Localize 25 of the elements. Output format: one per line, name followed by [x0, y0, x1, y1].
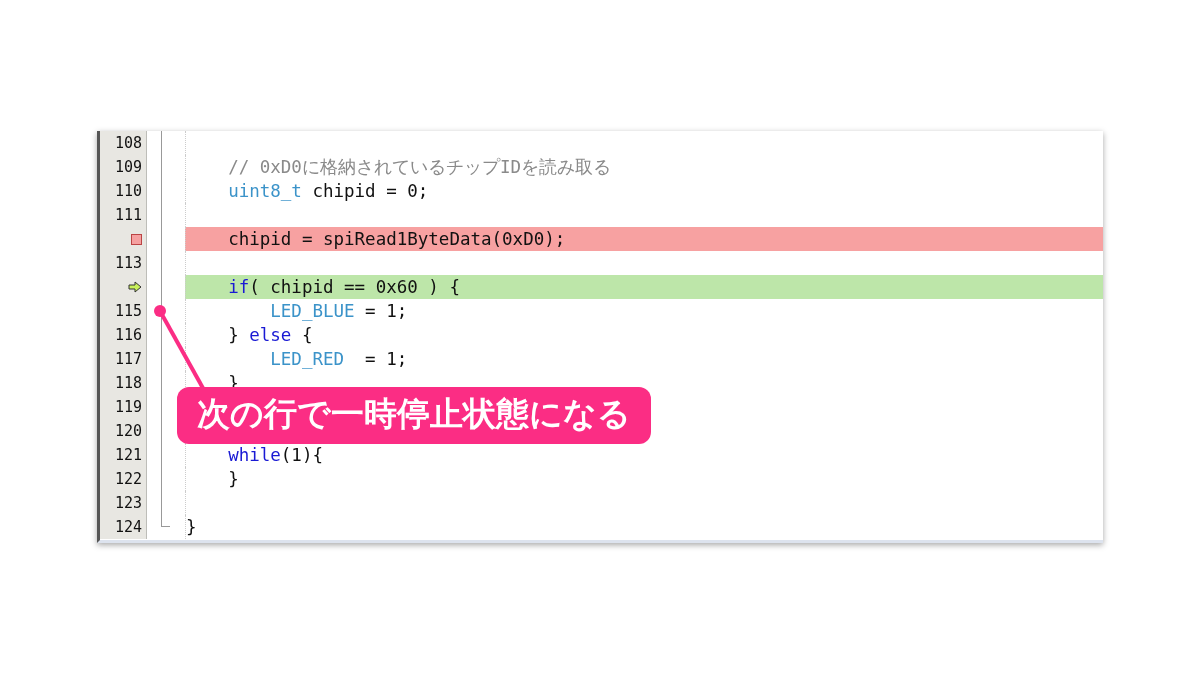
line-number: 115 — [100, 299, 147, 323]
line-number: 120 — [100, 419, 147, 443]
line-number: 111 — [100, 203, 147, 227]
line-number: 109 — [100, 155, 147, 179]
line-number: 122 — [100, 467, 147, 491]
line-number: 119 — [100, 395, 147, 419]
code-line: // 0xD0に格納されているチップIDを読み取る — [185, 155, 1103, 179]
line-number: 108 — [100, 131, 147, 155]
line-number: 118 — [100, 371, 147, 395]
code-line: uint8_t chipid = 0; — [185, 179, 1103, 203]
callout-label: 次の行で一時停止状態になる — [177, 387, 651, 444]
breakpoint-icon — [131, 233, 142, 245]
line-number: 116 — [100, 323, 147, 347]
code-line: } — [185, 467, 1103, 491]
line-number: 117 — [100, 347, 147, 371]
code-line: } — [185, 515, 1103, 539]
line-number: 124 — [100, 515, 147, 539]
line-number: 123 — [100, 491, 147, 515]
code-line: } else { — [185, 323, 1103, 347]
line-number: 110 — [100, 179, 147, 203]
code-line: LED_RED = 1; — [185, 347, 1103, 371]
line-number: 113 — [100, 251, 147, 275]
code-line: LED_BLUE = 1; — [185, 299, 1103, 323]
line-number: 121 — [100, 443, 147, 467]
arrow-icon — [128, 281, 142, 293]
